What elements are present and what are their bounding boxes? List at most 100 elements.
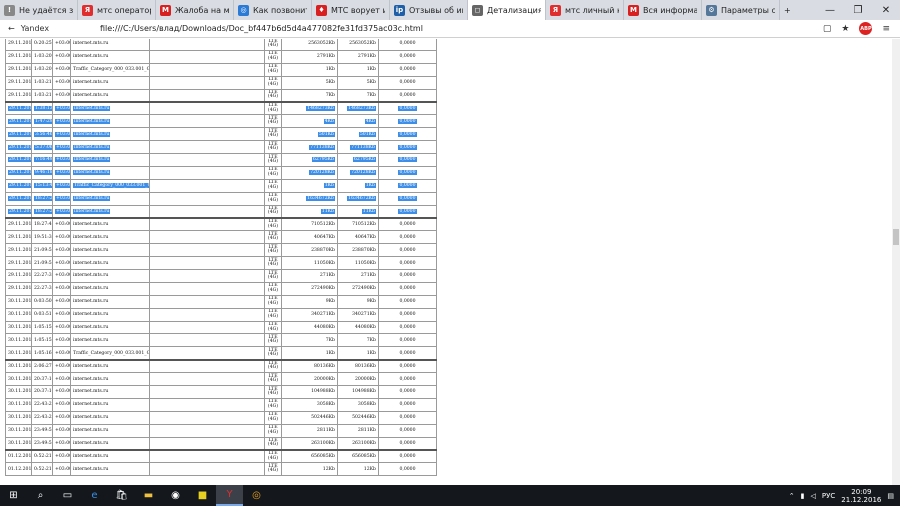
back-button[interactable]: ← Yandex	[0, 24, 60, 33]
cell-text: +03:00	[55, 312, 71, 318]
folder-icon[interactable]: ▬	[135, 485, 162, 506]
network-cell: LTE (4G)	[264, 320, 282, 335]
cell-time: 19:51:34	[31, 230, 53, 245]
tab-label: мтс личный каб	[565, 5, 619, 15]
store-icon[interactable]: 🛍	[108, 485, 135, 506]
star-icon[interactable]: ★	[841, 24, 849, 34]
tab-5[interactable]: ip Отзывы об инте	[390, 0, 468, 20]
network-gen: (4G)	[267, 223, 279, 229]
empty-cell	[149, 256, 265, 271]
cell-text: 1:03:20	[34, 54, 52, 60]
tab-0[interactable]: ! Не удаётся загр	[0, 0, 78, 20]
tab-1[interactable]: Ямтс оператор о	[78, 0, 156, 20]
cell-text: 7Kb	[366, 92, 376, 98]
scrollbar[interactable]	[892, 39, 900, 485]
cell-sum: 0,0000	[378, 449, 437, 464]
tab-7[interactable]: Ямтс личный каб	[546, 0, 624, 20]
tray-chevron-icon[interactable]: ⌃	[789, 492, 795, 500]
cell-tz: +03:00	[52, 49, 71, 64]
cell-text: +03:00	[55, 389, 71, 395]
cell-text: 30.11.2016	[8, 337, 32, 343]
empty-cell	[149, 410, 265, 425]
cell-svc: internet.mts.ru	[70, 114, 150, 129]
cell-text: 23:49:58	[34, 428, 52, 434]
cell-text: +03:00	[55, 118, 70, 124]
new-tab-button[interactable]: +	[780, 0, 796, 20]
tab-9[interactable]: ⚙ Параметры сот	[702, 0, 780, 20]
clock[interactable]: 20:09 21.12.2016	[841, 488, 881, 504]
cell-tz: +03:00	[52, 358, 71, 374]
notifications-icon[interactable]: ▤	[887, 492, 894, 500]
cell-text: +03:00	[55, 67, 71, 73]
cell-svc: internet.mts.ru	[70, 39, 150, 51]
cell-v2: 1Kb	[337, 62, 379, 77]
cell-date: 30.11.2016	[5, 333, 32, 348]
network-cell: LTE (4G)	[264, 256, 282, 271]
app-icon[interactable]: ■	[189, 485, 216, 506]
close-icon[interactable]: ✕	[872, 0, 900, 20]
cell-date: 29.11.2016	[5, 178, 32, 193]
network-icon[interactable]: ▮	[801, 492, 805, 500]
network-gen: (4G)	[267, 300, 279, 306]
url-field[interactable]: file:///C:/Users/влад/Downloads/Doc_bf44…	[100, 24, 423, 33]
table-row: 30.11.201620:37:14+03:00internet.mts.ru L…	[5, 372, 437, 387]
cell-date: 29.11.2016	[5, 100, 32, 116]
minimize-icon[interactable]: —	[816, 0, 844, 20]
window-icon[interactable]: ▢	[823, 24, 832, 34]
steam-icon[interactable]: ◉	[162, 485, 189, 506]
windows-start-icon[interactable]: ⊞	[0, 485, 27, 506]
empty-cell	[149, 346, 265, 361]
cell-text: 1:38:13	[34, 106, 53, 112]
cell-v2: 20000Kb	[337, 372, 379, 387]
chrome-icon[interactable]: ◎	[243, 485, 270, 506]
cell-time: 18:27:29	[31, 204, 53, 219]
table-row: 29.11.201618:27:26+03:00internet.mts.ru L…	[5, 191, 437, 206]
task-view-icon[interactable]: ▭	[54, 485, 81, 506]
tab-3[interactable]: ◎ Как позвонить	[234, 0, 312, 20]
tab-6[interactable]: ◻ Детализация	[468, 0, 546, 20]
tab-favicon-icon: Я	[550, 4, 561, 16]
tab-2[interactable]: M Жалоба на мош	[156, 0, 234, 20]
tab-favicon-icon: ip	[394, 4, 405, 16]
volume-icon[interactable]: ◁	[811, 492, 816, 500]
cell-tz: +03:00	[52, 307, 71, 322]
network-cell: LTE (4G)	[264, 269, 282, 283]
edge-icon[interactable]: e	[81, 485, 108, 506]
cell-text: 2:06:27	[34, 363, 52, 369]
cell-text: 0,0000	[398, 170, 417, 176]
cell-v2: 263100Kb	[337, 436, 379, 451]
cell-text: 0,0000	[399, 440, 416, 446]
empty-cell	[149, 294, 265, 309]
scroll-thumb[interactable]	[893, 229, 899, 245]
cell-text: +03:00	[55, 144, 70, 150]
cell-time: 3:56:46	[31, 127, 53, 142]
page-content: 29.11.20160:20:25+03:00internet.mts.ruLT…	[0, 39, 900, 485]
language-indicator[interactable]: РУС	[822, 492, 835, 500]
cell-text: 0,0000	[399, 247, 416, 253]
adblock-icon[interactable]: ABP	[859, 22, 873, 35]
tab-favicon-icon: Я	[82, 4, 93, 16]
cell-text: 9:46:18	[34, 170, 53, 176]
cell-text: 12Kb	[363, 466, 376, 472]
menu-icon[interactable]: ≡	[882, 24, 890, 34]
cell-text: 0,0000	[399, 376, 416, 382]
tab-8[interactable]: M Вся информаци	[624, 0, 702, 20]
cell-svc: internet.mts.ru	[70, 372, 150, 387]
network-gen: (4G)	[267, 403, 279, 409]
table-row: 29.11.20169:46:18+03:00internet.mts.ru LT…	[5, 165, 437, 180]
maximize-icon[interactable]: ❐	[844, 0, 872, 20]
network-cell: LTE (4G)	[264, 153, 282, 167]
cell-sum: 0,0000	[378, 462, 437, 477]
cell-text: 40647Kb	[314, 234, 335, 240]
cell-v2: 11050Kb	[337, 256, 379, 271]
search-icon[interactable]: ⌕	[27, 485, 54, 506]
table-row: 29.11.201619:51:34+03:00internet.mts.ru L…	[5, 230, 437, 245]
cell-svc: internet.mts.ru	[70, 294, 150, 309]
tab-4[interactable]: ♦ МТС ворует ин	[312, 0, 390, 20]
cell-date: 29.11.2016	[5, 127, 32, 142]
cell-text: 771138Kb	[309, 144, 335, 150]
empty-cell	[149, 243, 265, 258]
cell-date: 30.11.2016	[5, 423, 32, 438]
yandex-browser-icon[interactable]: Y	[216, 485, 243, 506]
empty-cell	[149, 385, 265, 399]
